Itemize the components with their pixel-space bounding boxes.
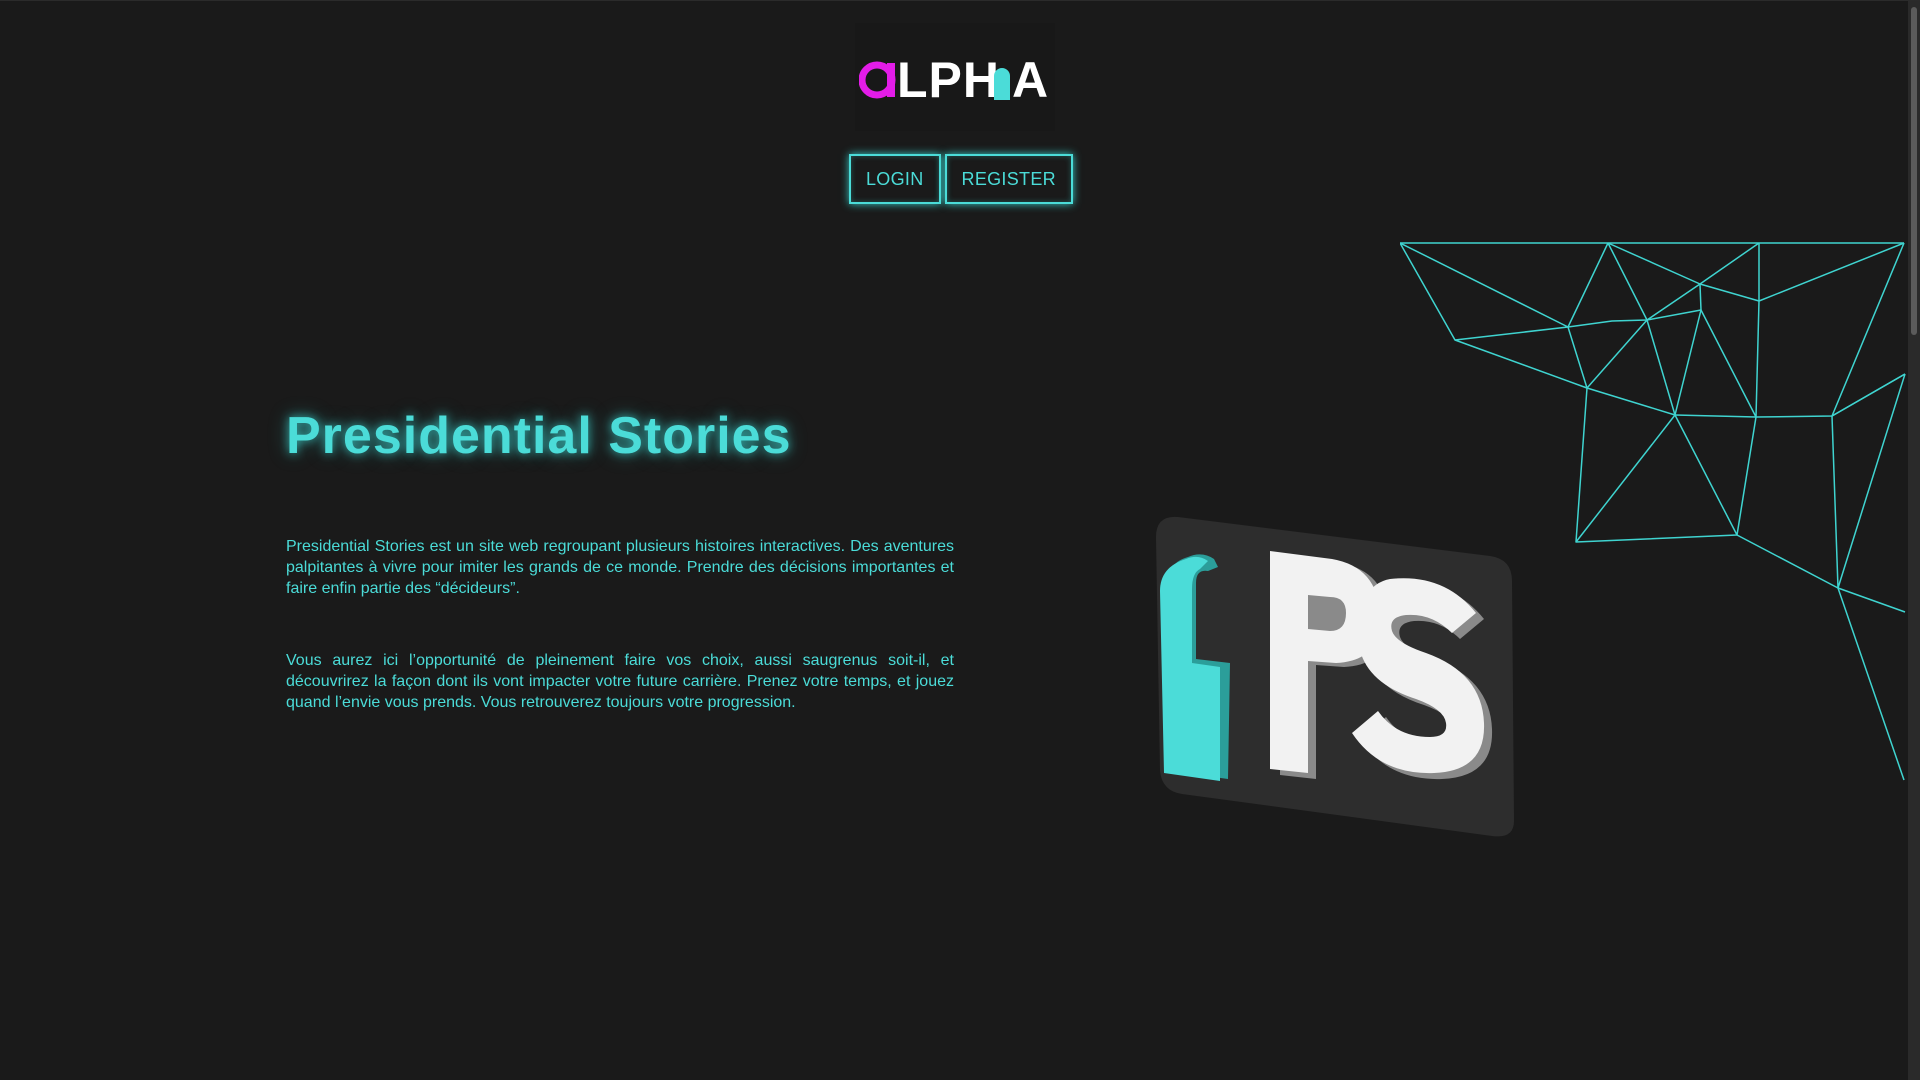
logo-i-accent-icon [994,68,1010,100]
logo-wordmark: LPH A [897,51,1049,109]
logo-text-main: LPH [897,52,1000,108]
page: LPH A LOGIN REGISTER Presidential Storie… [0,0,1920,1080]
presidential-stories-logo-icon [1156,516,1514,837]
logo-container: LPH A [855,23,1055,131]
auth-buttons: LOGIN REGISTER [849,154,1073,204]
vertical-scrollbar[interactable] [1908,1,1920,1080]
intro-paragraph: Presidential Stories est un site web reg… [286,538,954,597]
register-button[interactable]: REGISTER [944,154,1073,204]
alpha-logo[interactable]: LPH A [859,51,1049,109]
login-button[interactable]: LOGIN [849,154,941,204]
logo-text-end: A [1012,52,1050,108]
alpha-symbol-icon [859,61,896,99]
scrollbar-thumb[interactable] [1911,7,1917,335]
details-paragraph: Vous aurez ici l’opportunité de pleineme… [286,652,954,711]
page-title: Presidential Stories [286,407,792,465]
